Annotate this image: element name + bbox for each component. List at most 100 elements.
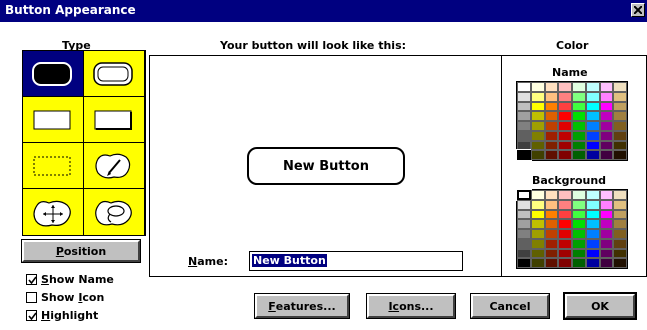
name-color-swatch[interactable] <box>558 140 572 151</box>
background-color-swatch[interactable] <box>613 219 627 229</box>
name-color-swatch[interactable] <box>517 101 531 112</box>
type-style-freeform-move[interactable] <box>23 189 84 236</box>
type-style-freeform-lasso[interactable] <box>84 189 145 236</box>
name-color-swatch[interactable] <box>544 91 559 102</box>
name-color-swatch[interactable] <box>599 140 614 151</box>
name-color-swatch[interactable] <box>516 149 532 161</box>
background-color-swatch[interactable] <box>558 229 572 239</box>
name-color-swatch[interactable] <box>558 150 572 160</box>
background-color-swatch[interactable] <box>544 238 559 249</box>
background-color-swatch[interactable] <box>530 199 545 210</box>
name-color-swatch[interactable] <box>544 101 559 112</box>
background-color-swatch[interactable] <box>599 248 614 259</box>
background-color-swatch[interactable] <box>599 209 614 220</box>
background-color-swatch[interactable] <box>599 258 614 268</box>
background-color-swatch[interactable] <box>585 258 600 268</box>
background-color-swatch[interactable] <box>572 219 586 229</box>
name-color-swatch[interactable] <box>613 121 627 131</box>
name-color-swatch[interactable] <box>530 150 545 160</box>
type-style-filled-rounded[interactable] <box>23 51 84 97</box>
background-color-swatch[interactable] <box>558 219 572 229</box>
background-color-swatch[interactable] <box>530 248 545 259</box>
name-color-swatch[interactable] <box>544 140 559 151</box>
type-style-shadow-rect[interactable] <box>84 97 145 143</box>
features-button[interactable]: Features... <box>254 293 350 319</box>
name-color-swatch[interactable] <box>585 101 600 112</box>
name-color-swatch[interactable] <box>572 140 586 151</box>
background-color-swatch[interactable] <box>572 190 586 200</box>
background-color-swatch[interactable] <box>517 248 531 259</box>
name-color-swatch[interactable] <box>599 150 614 160</box>
name-input[interactable]: New Button <box>249 251 463 271</box>
background-color-swatch[interactable] <box>558 190 572 200</box>
name-color-swatch[interactable] <box>558 101 572 112</box>
background-color-swatch[interactable] <box>572 209 586 220</box>
background-color-swatch[interactable] <box>544 190 559 200</box>
background-color-swatch[interactable] <box>544 209 559 220</box>
name-color-swatch[interactable] <box>544 111 559 121</box>
icons-button[interactable]: Ic ons... <box>366 293 456 319</box>
background-color-swatch[interactable] <box>599 199 614 210</box>
ok-button[interactable]: OK <box>563 292 637 320</box>
background-color-swatch[interactable] <box>530 229 545 239</box>
name-color-swatch[interactable] <box>558 111 572 121</box>
background-color-swatch[interactable] <box>599 229 614 239</box>
name-color-swatch[interactable] <box>572 101 586 112</box>
background-color-swatch[interactable] <box>585 229 600 239</box>
background-color-swatch[interactable] <box>558 199 572 210</box>
name-color-swatch[interactable] <box>599 121 614 131</box>
name-color-swatch[interactable] <box>599 111 614 121</box>
name-color-swatch[interactable] <box>544 121 559 131</box>
background-color-swatch[interactable] <box>530 190 545 200</box>
type-style-dotted-rect[interactable] <box>23 143 84 189</box>
name-color-swatch[interactable] <box>585 121 600 131</box>
name-color-swatch[interactable] <box>599 91 614 102</box>
name-color-swatch[interactable] <box>572 111 586 121</box>
background-color-swatch[interactable] <box>530 238 545 249</box>
background-color-swatch[interactable] <box>517 199 531 210</box>
background-color-swatch[interactable] <box>613 248 627 259</box>
background-color-swatch[interactable] <box>585 190 600 200</box>
name-color-swatch[interactable] <box>530 91 545 102</box>
name-color-swatch[interactable] <box>558 130 572 141</box>
name-color-swatch[interactable] <box>585 130 600 141</box>
background-color-swatch[interactable] <box>613 238 627 249</box>
name-color-swatch[interactable] <box>517 140 531 151</box>
name-color-swatch[interactable] <box>613 150 627 160</box>
background-color-swatch[interactable] <box>517 238 531 249</box>
name-color-swatch[interactable] <box>530 121 545 131</box>
background-color-swatch[interactable] <box>613 229 627 239</box>
name-color-swatch[interactable] <box>599 130 614 141</box>
background-color-swatch[interactable] <box>613 258 627 268</box>
name-color-swatch[interactable] <box>585 91 600 102</box>
name-color-swatch[interactable] <box>558 91 572 102</box>
background-color-swatch[interactable] <box>613 209 627 220</box>
background-color-swatch[interactable] <box>530 219 545 229</box>
name-color-swatch[interactable] <box>544 82 559 92</box>
background-color-swatch[interactable] <box>572 238 586 249</box>
position-button[interactable]: Position <box>21 239 141 263</box>
background-color-swatch[interactable] <box>572 199 586 210</box>
name-color-swatch[interactable] <box>530 82 545 92</box>
background-color-swatch[interactable] <box>613 190 627 200</box>
background-color-swatch[interactable] <box>558 248 572 259</box>
background-color-swatch[interactable] <box>544 229 559 239</box>
name-color-swatch[interactable] <box>585 150 600 160</box>
background-color-swatch[interactable] <box>516 189 532 201</box>
name-color-swatch[interactable] <box>517 82 531 92</box>
background-color-swatch[interactable] <box>599 219 614 229</box>
name-color-swatch[interactable] <box>517 111 531 121</box>
type-style-plain-rect[interactable] <box>23 97 84 143</box>
cancel-button[interactable]: Cancel <box>470 293 550 319</box>
type-style-freeform-pencil[interactable] <box>84 143 145 189</box>
background-color-swatch[interactable] <box>585 199 600 210</box>
background-color-swatch[interactable] <box>517 219 531 229</box>
background-color-swatch[interactable] <box>585 238 600 249</box>
name-color-swatch[interactable] <box>585 82 600 92</box>
name-color-swatch[interactable] <box>544 130 559 141</box>
name-color-swatch[interactable] <box>572 150 586 160</box>
name-color-swatch[interactable] <box>613 140 627 151</box>
background-color-swatch[interactable] <box>544 248 559 259</box>
background-color-swatch[interactable] <box>517 229 531 239</box>
name-color-swatch[interactable] <box>599 82 614 92</box>
